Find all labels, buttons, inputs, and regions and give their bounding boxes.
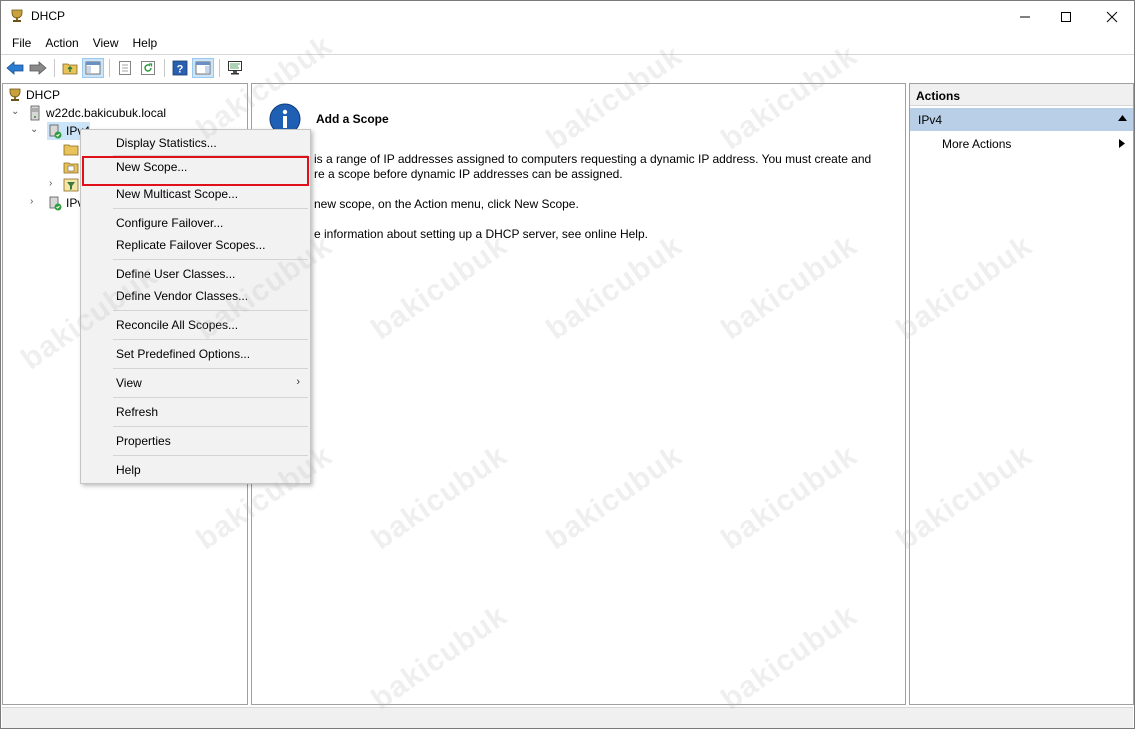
- toolbar-separator: [54, 59, 55, 77]
- refresh-button[interactable]: [137, 58, 159, 78]
- chevron-right-icon[interactable]: ›: [49, 178, 52, 189]
- ctx-display-statistics[interactable]: Display Statistics...: [82, 132, 309, 154]
- ipv4-icon: [49, 124, 62, 139]
- menu-action[interactable]: Action: [38, 34, 85, 52]
- menu-separator: [113, 259, 308, 260]
- toolbar-separator: [219, 59, 220, 77]
- ctx-view-label: View: [116, 376, 142, 390]
- toolbar-separator: [164, 59, 165, 77]
- ctx-view[interactable]: View: [82, 372, 309, 394]
- action-pane-icon: [195, 61, 211, 75]
- ctx-new-multicast-scope[interactable]: New Multicast Scope...: [82, 183, 309, 205]
- menu-separator: [113, 310, 308, 311]
- maximize-button[interactable]: [1043, 1, 1089, 32]
- back-button[interactable]: [4, 58, 26, 78]
- dhcp-window: DHCP File Action View Help ? DHCP ⌄ w22d…: [0, 0, 1135, 729]
- svg-text:?: ?: [177, 64, 184, 76]
- submenu-arrow-icon: [1119, 139, 1125, 148]
- menu-separator: [113, 368, 308, 369]
- tree-label-server: w22dc.bakicubuk.local: [46, 106, 167, 120]
- ctx-define-vendor-classes[interactable]: Define Vendor Classes...: [82, 285, 309, 307]
- chevron-right-icon[interactable]: ›: [30, 196, 33, 207]
- back-arrow-icon: [6, 61, 24, 75]
- actions-header: Actions: [910, 84, 1133, 106]
- folder-up-icon: [62, 63, 78, 75]
- toolbar-separator: [109, 59, 110, 77]
- help-icon: ?: [172, 60, 188, 76]
- ctx-define-user-classes[interactable]: Define User Classes...: [82, 263, 309, 285]
- minimize-button[interactable]: [1002, 1, 1048, 32]
- ipv6-icon: [49, 196, 62, 211]
- description-line-1: is a range of IP addresses assigned to c…: [314, 152, 872, 166]
- up-folder-button[interactable]: [59, 58, 81, 78]
- server-icon: [30, 105, 40, 121]
- add-scope-heading: Add a Scope: [316, 112, 389, 126]
- ctx-set-predefined-options[interactable]: Set Predefined Options...: [82, 343, 309, 365]
- menu-separator: [113, 208, 308, 209]
- refresh-icon: [141, 61, 155, 75]
- close-icon: [1106, 11, 1118, 22]
- chevron-down-icon[interactable]: ⌄: [30, 124, 38, 135]
- chevron-right-icon: ›: [296, 376, 300, 388]
- tree-item-ipv6[interactable]: IPv: [47, 194, 83, 212]
- actions-section-ipv4[interactable]: IPv4: [910, 108, 1133, 131]
- folder-icon: [63, 144, 79, 156]
- ctx-configure-failover[interactable]: Configure Failover...: [82, 212, 309, 234]
- help-button[interactable]: ?: [169, 58, 191, 78]
- ctx-help[interactable]: Help: [82, 459, 309, 481]
- maximize-icon: [1061, 11, 1071, 22]
- console-tree-icon: [85, 61, 101, 75]
- ctx-new-scope[interactable]: New Scope...: [82, 156, 309, 186]
- monitor-icon: [228, 61, 242, 75]
- description-line-3: new scope, on the Action menu, click New…: [314, 197, 579, 211]
- more-actions-link[interactable]: More Actions: [942, 137, 1011, 151]
- show-tree-button[interactable]: [82, 58, 104, 78]
- collapse-up-icon[interactable]: [1118, 115, 1127, 121]
- tree-item-server[interactable]: w22dc.bakicubuk.local: [27, 104, 166, 122]
- show-action-pane-button[interactable]: [192, 58, 214, 78]
- ctx-replicate-failover-scopes[interactable]: Replicate Failover Scopes...: [82, 234, 309, 256]
- menu-separator: [113, 455, 308, 456]
- properties-button[interactable]: [114, 58, 136, 78]
- document-icon: [119, 61, 131, 75]
- actions-pane: Actions IPv4 More Actions: [909, 83, 1134, 705]
- description-line-4: e information about setting up a DHCP se…: [314, 227, 648, 241]
- actions-section-label: IPv4: [918, 113, 943, 127]
- dhcp-app-icon: [11, 9, 23, 22]
- description-line-2: re a scope before dynamic IP addresses c…: [314, 167, 623, 181]
- result-pane: Add a Scope is a range of IP addresses a…: [251, 83, 906, 705]
- close-button[interactable]: [1089, 1, 1135, 32]
- ctx-refresh[interactable]: Refresh: [82, 401, 309, 423]
- window-title: DHCP: [31, 9, 66, 23]
- filter-icon: [63, 178, 79, 192]
- menu-bar: File Action View Help: [1, 32, 1134, 53]
- title-bar: DHCP: [1, 1, 1134, 32]
- forward-button[interactable]: [27, 58, 49, 78]
- tree-label-dhcp: DHCP: [26, 88, 61, 102]
- menu-file[interactable]: File: [5, 34, 38, 52]
- status-bar: [2, 707, 1133, 728]
- ctx-properties[interactable]: Properties: [82, 430, 309, 452]
- menu-separator: [113, 426, 308, 427]
- context-menu: Display Statistics... New Scope... New M…: [80, 129, 311, 484]
- forward-arrow-icon: [29, 61, 47, 75]
- menu-separator: [113, 339, 308, 340]
- menu-view[interactable]: View: [86, 34, 126, 52]
- policy-folder-icon: [63, 162, 79, 174]
- monitor-button[interactable]: [224, 58, 246, 78]
- minimize-icon: [1020, 16, 1030, 17]
- toolbar: ?: [1, 54, 1134, 81]
- menu-separator: [113, 397, 308, 398]
- menu-help[interactable]: Help: [126, 34, 165, 52]
- tree-item-dhcp[interactable]: DHCP: [7, 86, 60, 104]
- chevron-down-icon[interactable]: ⌄: [11, 106, 19, 117]
- dhcp-trophy-icon: [9, 88, 21, 101]
- ctx-reconcile-all-scopes[interactable]: Reconcile All Scopes...: [82, 314, 309, 336]
